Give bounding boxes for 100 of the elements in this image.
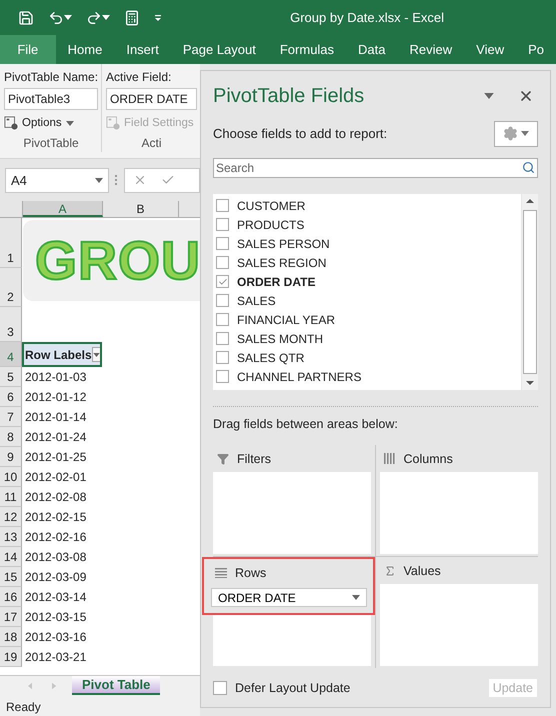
row-number[interactable]: 12 — [0, 507, 22, 527]
checkbox[interactable] — [216, 199, 229, 212]
checkbox[interactable] — [216, 275, 229, 288]
check-icon — [218, 276, 228, 287]
row-number[interactable]: 18 — [0, 627, 22, 647]
field-chip[interactable]: ORDER DATE — [211, 588, 366, 608]
field-item[interactable]: PRODUCTS — [213, 215, 521, 234]
field-label: ORDER DATE — [237, 274, 316, 289]
scrollbar[interactable] — [521, 194, 538, 390]
undo-button[interactable] — [48, 10, 72, 26]
checkbox[interactable] — [216, 256, 229, 270]
table-cell[interactable]: Row Labels — [22, 342, 102, 367]
window-title: Group by Date.xlsx - Excel — [290, 10, 444, 25]
row-number[interactable]: 9 — [0, 447, 22, 467]
cancel-icon[interactable] — [133, 173, 147, 187]
name-field[interactable]: ORDER DATE — [106, 88, 197, 110]
ribbon-tab[interactable]: Data — [346, 35, 398, 64]
area-label: Values — [404, 564, 441, 578]
area-label: Rows — [235, 566, 266, 580]
row-number[interactable]: 1 — [0, 218, 22, 268]
group-label: PivotTable — [22, 136, 80, 152]
row-number[interactable]: 13 — [0, 527, 22, 547]
table-cell-text: 2012-01-12 — [24, 389, 88, 406]
ribbon-tab[interactable]: Po — [516, 35, 556, 64]
row-number[interactable]: 5 — [0, 367, 22, 387]
status-text: Ready — [0, 698, 200, 716]
columns-icon — [384, 453, 396, 464]
redo-button[interactable] — [86, 10, 110, 26]
table-settings-icon — [4, 116, 18, 130]
settings-icon — [503, 126, 518, 142]
grip-icon — [115, 174, 118, 186]
ribbon-tab[interactable]: View — [464, 35, 516, 64]
field-item[interactable]: FINANCIAL YEAR — [213, 310, 521, 330]
filter-icon — [217, 452, 229, 465]
row-number[interactable]: 10 — [0, 467, 22, 487]
field-label: PRODUCTS — [237, 218, 304, 232]
field-item[interactable]: CUSTOMER — [213, 196, 521, 216]
row-number[interactable]: 19 — [0, 647, 22, 667]
ribbon-tab[interactable]: Page Layout — [170, 35, 268, 64]
field-item[interactable]: SALES PERSON — [213, 234, 521, 254]
field-item[interactable]: SALES — [213, 291, 521, 310]
row-number[interactable]: 11 — [0, 487, 22, 507]
checkbox[interactable] — [216, 218, 229, 232]
options-button[interactable]: Options — [4, 113, 98, 133]
checkbox[interactable] — [216, 313, 229, 326]
table-cell-text: 2012-03-16 — [24, 629, 88, 646]
table-cell-text: 2012-01-25 — [24, 449, 88, 466]
calculator-icon[interactable] — [124, 10, 140, 26]
table-settings-icon — [106, 116, 120, 130]
ribbon-tab[interactable]: Insert — [114, 35, 171, 64]
sheet-tab[interactable]: Pivot Table — [72, 676, 160, 695]
save-icon[interactable] — [18, 10, 34, 26]
field-label: SALES MONTH — [237, 332, 324, 346]
row-number[interactable]: 4 — [0, 342, 22, 367]
ribbon-tab[interactable]: Home — [56, 35, 114, 64]
table-cell-text: 2012-03-21 — [24, 649, 88, 666]
checkbox[interactable] — [216, 370, 229, 384]
filter-dropdown-button[interactable] — [92, 347, 101, 362]
row-number[interactable]: 2 — [0, 268, 22, 307]
checkbox[interactable] — [216, 332, 229, 346]
areas-hint: Drag fields between areas below: — [213, 417, 399, 432]
ribbon-tab[interactable]: Formulas — [268, 35, 346, 64]
field-item[interactable]: CHANNEL PARTNERS — [213, 367, 521, 386]
row-number[interactable]: 7 — [0, 407, 22, 427]
field-item[interactable]: ORDER DATE — [213, 272, 521, 292]
search-field[interactable]: Search — [213, 158, 538, 178]
row-number[interactable]: 8 — [0, 427, 22, 447]
checkbox[interactable] — [216, 237, 229, 250]
area-label: Columns — [404, 452, 453, 466]
table-cell-text: 2012-01-03 — [24, 369, 88, 386]
table-cell-text: 2012-03-09 — [24, 569, 88, 586]
customize-toolbar-icon[interactable] — [154, 14, 162, 22]
row-number[interactable]: 6 — [0, 387, 22, 407]
row-number[interactable]: 3 — [0, 307, 22, 342]
scroll-right-icon[interactable] — [52, 682, 56, 690]
row-number[interactable]: 16 — [0, 587, 22, 607]
name-field[interactable]: PivotTable3 — [4, 88, 98, 110]
row-number[interactable]: 17 — [0, 607, 22, 627]
file-tab[interactable]: File — [0, 35, 56, 64]
column-header[interactable]: A — [23, 201, 103, 217]
name-box[interactable]: A4 — [5, 168, 109, 192]
settings-dropdown-button[interactable] — [494, 120, 538, 147]
checkbox[interactable] — [213, 680, 227, 695]
defer-layout-checkbox[interactable]: Defer Layout Update — [213, 680, 350, 695]
column-header[interactable]: B — [103, 201, 179, 217]
field-item[interactable]: SALES QTR — [213, 348, 521, 368]
row-number[interactable]: 15 — [0, 567, 22, 587]
caret-icon — [521, 131, 529, 136]
group-label: Acti — [140, 136, 162, 152]
ribbon-tab[interactable]: Review — [398, 35, 464, 64]
search-icon — [522, 161, 535, 174]
sigma-icon — [384, 564, 396, 577]
row-number[interactable]: 14 — [0, 547, 22, 567]
scroll-left-icon[interactable] — [28, 682, 32, 690]
field-item[interactable]: SALES REGION — [213, 253, 521, 272]
checkbox[interactable] — [216, 351, 229, 364]
field-label: SALES PERSON — [237, 236, 330, 251]
checkbox[interactable] — [216, 294, 229, 308]
caret-icon — [95, 178, 103, 182]
field-item[interactable]: SALES MONTH — [213, 329, 521, 348]
